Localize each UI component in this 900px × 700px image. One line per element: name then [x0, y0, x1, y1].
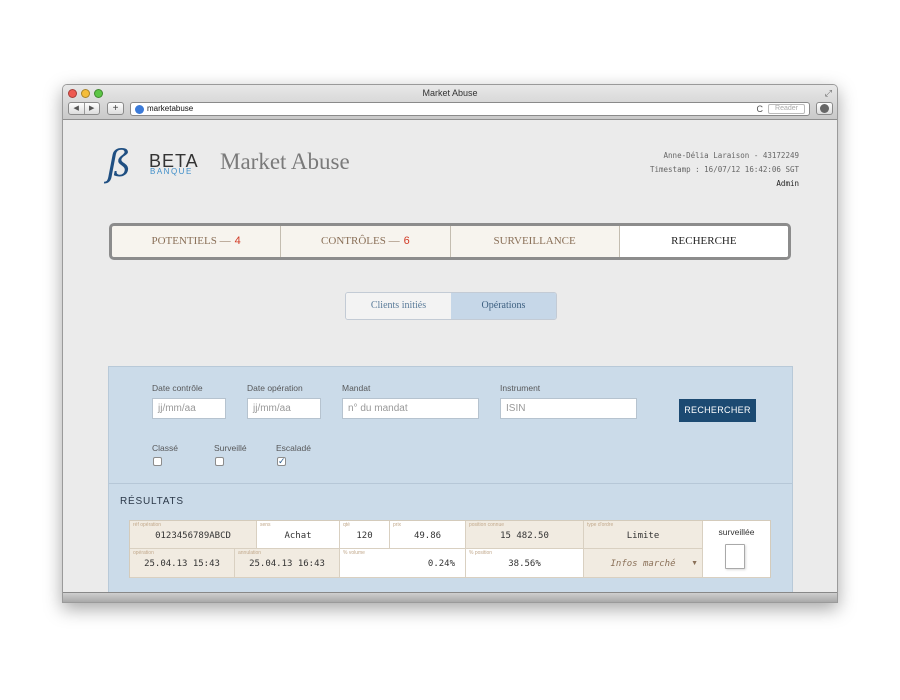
cell-value: 0123456789ABCD	[155, 531, 231, 541]
chevron-down-icon: ▼	[691, 560, 698, 567]
document-icon[interactable]	[725, 544, 745, 569]
download-icon	[820, 104, 829, 113]
tab-count: 4	[234, 235, 241, 247]
tab-surveillance[interactable]: SURVEILLANCE	[451, 226, 620, 257]
date-operation-label: Date opération	[247, 383, 303, 393]
tab-label: POTENTIELS —	[151, 235, 231, 247]
url-text: marketabuse	[147, 104, 194, 113]
address-bar[interactable]: marketabuse C Reader	[130, 102, 810, 116]
cell-label: % volume	[343, 550, 365, 556]
cell-type-ordre: type d'ordre Limite	[584, 521, 703, 549]
timestamp: Timestamp : 16/07/12 16:42:06 SGT	[649, 165, 799, 174]
sub-tabs: Clients initiés Opérations	[345, 292, 557, 320]
cell-value: 25.04.13 16:43	[249, 559, 325, 569]
cell-value: Achat	[284, 531, 312, 541]
tab-label: RECHERCHE	[671, 235, 737, 247]
cell-volume: % volume 0.24%	[340, 549, 466, 578]
cell-label: type d'ordre	[587, 522, 614, 528]
tab-potentiels[interactable]: POTENTIELS —4	[112, 226, 282, 257]
user-role: Admin	[776, 179, 799, 188]
cell-label: annulation	[238, 550, 262, 556]
surveillee-cell: surveillée	[703, 521, 770, 578]
cell-prix: prix 49.86	[390, 521, 466, 549]
forward-button[interactable]: ▶	[85, 103, 100, 114]
divider	[109, 483, 792, 484]
cell-label: opération	[133, 550, 154, 556]
cell-label: réf opération	[133, 522, 162, 528]
mandat-label: Mandat	[342, 383, 371, 393]
cell-value: 25.04.13 15:43	[144, 559, 220, 569]
classe-checkbox[interactable]	[153, 457, 162, 466]
dropdown-value: Infos marché	[610, 559, 676, 569]
instrument-input[interactable]: ISIN	[500, 398, 637, 419]
logo-icon: ß	[107, 144, 132, 185]
infos-marche-dropdown[interactable]: Infos marché ▼	[584, 549, 703, 578]
user-info: Anne-Délia Laraison - 43172249 Timestamp…	[650, 149, 799, 191]
subtab-clients-inities[interactable]: Clients initiés	[346, 293, 451, 319]
cell-position-connue: position connue 15 482.50	[466, 521, 584, 549]
window-title: Market Abuse	[422, 88, 478, 98]
cell-label: qté	[343, 522, 350, 528]
tab-recherche[interactable]: RECHERCHE	[619, 226, 788, 257]
cell-value: Limite	[626, 531, 660, 541]
back-forward-buttons: ◀ ▶	[68, 102, 100, 115]
surveille-label: Surveillé	[214, 443, 247, 453]
window-bottom-bar	[63, 592, 837, 602]
date-controle-label: Date contrôle	[152, 383, 203, 393]
add-bookmark-button[interactable]: +	[107, 102, 124, 115]
result-row: réf opération 0123456789ABCD sens Achat …	[129, 520, 771, 578]
cell-qte: qté 120	[340, 521, 390, 549]
reader-button[interactable]: Reader	[768, 104, 805, 114]
tab-label: CONTRÔLES —	[321, 235, 400, 247]
cell-label: % position	[469, 550, 493, 556]
classe-label: Classé	[152, 443, 178, 453]
cell-value: 49.86	[413, 531, 442, 541]
rechercher-button[interactable]: RECHERCHER	[679, 399, 756, 422]
globe-icon	[135, 105, 144, 114]
tab-controles[interactable]: CONTRÔLES —6	[281, 226, 451, 257]
browser-window: Market Abuse ⤢ ◀ ▶ + marketabuse C Reade…	[62, 84, 838, 603]
tab-count: 6	[403, 235, 410, 247]
cell-value: 15 482.50	[500, 531, 549, 541]
user-name: Anne-Délia Laraison - 43172249	[663, 151, 799, 160]
app-title: Market Abuse	[220, 149, 350, 174]
cell-value: 120	[356, 531, 373, 541]
main-tabs: POTENTIELS —4 CONTRÔLES —6 SURVEILLANCE …	[109, 223, 791, 260]
cell-ref-operation: réf opération 0123456789ABCD	[130, 521, 257, 549]
fullscreen-icon[interactable]: ⤢	[825, 88, 832, 99]
reload-icon[interactable]: C	[757, 103, 764, 115]
cell-value: 38.56%	[508, 559, 541, 569]
cell-label: position connue	[469, 522, 505, 528]
date-controle-input[interactable]: jj/mm/aa	[152, 398, 226, 419]
page-content: ß BETA BANQUE Market Abuse Anne-Délia La…	[63, 121, 837, 594]
downloads-button[interactable]	[816, 102, 833, 115]
tab-label: SURVEILLANCE	[493, 235, 576, 247]
escalade-checkbox[interactable]: ✓	[277, 457, 286, 466]
logo-subtitle: BANQUE	[150, 167, 193, 176]
browser-toolbar: Market Abuse ⤢ ◀ ▶ + marketabuse C Reade…	[63, 85, 837, 120]
cell-label: sens	[260, 522, 271, 528]
instrument-label: Instrument	[500, 383, 541, 393]
back-button[interactable]: ◀	[69, 103, 85, 114]
cell-operation: opération 25.04.13 15:43	[130, 549, 235, 578]
results-title: RÉSULTATS	[120, 496, 184, 507]
cell-label: prix	[393, 522, 402, 528]
surveille-checkbox[interactable]	[215, 457, 224, 466]
surveillee-label: surveillée	[718, 527, 755, 537]
escalade-label: Escaladé	[276, 443, 311, 453]
cell-annulation: annulation 25.04.13 16:43	[235, 549, 340, 578]
cell-position: % position 38.56%	[466, 549, 584, 578]
mandat-input[interactable]: n° du mandat	[342, 398, 479, 419]
cell-sens: sens Achat	[257, 521, 340, 549]
search-panel: Date contrôle jj/mm/aa Date opération jj…	[108, 366, 793, 594]
cell-value: 0.24%	[427, 559, 455, 569]
date-operation-input[interactable]: jj/mm/aa	[247, 398, 321, 419]
subtab-operations[interactable]: Opérations	[451, 293, 556, 319]
